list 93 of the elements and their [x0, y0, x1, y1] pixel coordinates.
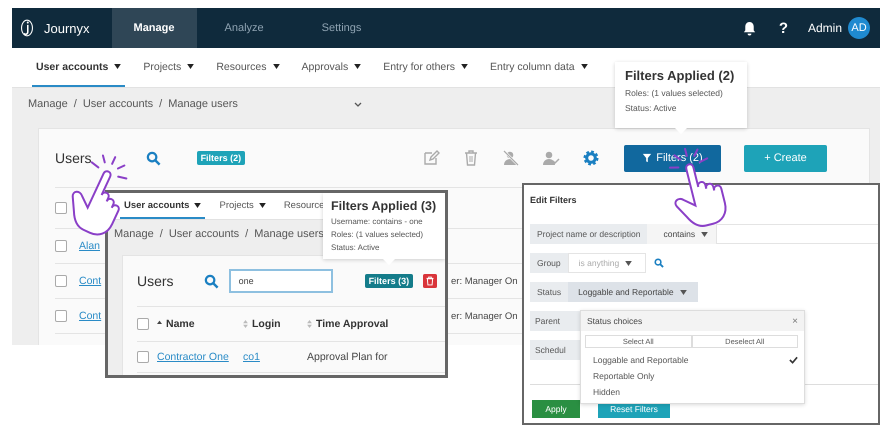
user-name-link[interactable]: Alan: [79, 240, 100, 252]
edit-icon[interactable]: [422, 149, 440, 167]
user-avatar[interactable]: AD: [848, 17, 870, 39]
subnav-tab[interactable]: Projects: [139, 48, 198, 87]
login-link[interactable]: co1: [243, 351, 260, 363]
checkbox[interactable]: [55, 240, 67, 252]
bell-icon[interactable]: [742, 20, 757, 36]
caret-icon: [187, 64, 194, 69]
breadcrumb-separator: /: [245, 228, 248, 240]
panel-title: Edit Filters: [530, 195, 578, 205]
filter-label: Group: [530, 253, 568, 273]
subnav-tab[interactable]: Entry for others: [379, 48, 472, 87]
filters-badge[interactable]: Filters (3): [364, 274, 414, 288]
user-name-link[interactable]: Cont: [79, 275, 102, 287]
filter-label: Project name or description: [530, 224, 648, 244]
caret-icon: [580, 64, 588, 69]
operator-dropdown[interactable]: contains: [647, 224, 716, 244]
help-glyph[interactable]: ?: [778, 20, 788, 36]
subnav-tab[interactable]: Resources: [212, 48, 284, 87]
breadcrumb-item[interactable]: User accounts: [82, 98, 154, 110]
caret-icon: [680, 290, 687, 294]
status-option[interactable]: Loggable and Reportable: [581, 352, 804, 368]
column-header[interactable]: Login: [252, 318, 281, 330]
brand-name: Journyx: [44, 20, 90, 36]
tooltip-line: Status: Active: [625, 103, 678, 113]
popup-title: Status choices: [587, 316, 642, 326]
trash-icon[interactable]: [423, 274, 438, 288]
logo-icon: [20, 18, 34, 38]
breadcrumb-separator: /: [159, 98, 162, 110]
table-cell-text: Approval Plan for: [307, 351, 389, 363]
search-icon[interactable]: [204, 274, 219, 288]
funnel-icon: [642, 153, 652, 163]
chevron-icon[interactable]: [354, 102, 362, 106]
settings-icon[interactable]: [582, 149, 600, 167]
search-icon[interactable]: [146, 150, 161, 166]
filter-label: Schedul: [530, 340, 580, 360]
table-cell: er: Manager On: [451, 276, 518, 286]
breadcrumb-separator: /: [74, 98, 77, 110]
check-icon: [789, 356, 798, 364]
input-field[interactable]: [716, 224, 878, 244]
breadcrumb-separator: /: [160, 228, 163, 240]
breadcrumb-item[interactable]: Manage: [28, 98, 68, 110]
close-button[interactable]: ×: [792, 316, 798, 326]
user-check-icon[interactable]: [542, 149, 560, 167]
column-header[interactable]: Time Approval: [316, 318, 388, 330]
table-cell: er: Manager On: [451, 310, 518, 322]
caret-icon: [114, 64, 122, 69]
tooltip-title: Filters Applied (2): [625, 68, 736, 83]
status-option[interactable]: Reportable Only: [581, 368, 804, 384]
nav-tab[interactable]: Settings: [300, 8, 384, 48]
user-name-link[interactable]: Cont: [79, 310, 102, 322]
status-option[interactable]: Hidden: [581, 384, 804, 400]
checkbox[interactable]: [55, 310, 67, 322]
breadcrumb-item[interactable]: User accounts: [168, 228, 240, 240]
subnav-tab[interactable]: Approvals: [298, 48, 366, 87]
card-title: Users: [55, 150, 92, 166]
caret-icon: [354, 64, 362, 69]
caret-icon: [272, 64, 280, 69]
caret-icon: [701, 232, 708, 236]
nav-tab[interactable]: Manage: [112, 8, 196, 48]
checkbox[interactable]: [137, 318, 149, 330]
card-title: Users: [137, 273, 174, 289]
subnav-tab[interactable]: Projects: [215, 193, 270, 219]
checkbox[interactable]: [137, 351, 149, 363]
tooltip-line: Status: Active: [331, 243, 380, 252]
checkbox[interactable]: [55, 275, 67, 287]
breadcrumb-item[interactable]: Manage users: [168, 98, 238, 110]
subnav-tab[interactable]: Entry column data: [486, 48, 592, 87]
apply-button[interactable]: Apply: [532, 400, 580, 418]
caret-icon: [258, 202, 266, 208]
tooltip-line: Roles: (1 values selected): [625, 88, 724, 98]
search-icon[interactable]: [654, 258, 664, 268]
user-remove-icon[interactable]: [502, 149, 520, 167]
caret-icon: [194, 202, 202, 208]
breadcrumb-item[interactable]: Manage: [114, 228, 154, 240]
sort-icon[interactable]: [307, 320, 312, 328]
search-field[interactable]: one: [228, 269, 333, 293]
caret-icon: [625, 260, 632, 266]
nav-tab[interactable]: Analyze: [202, 8, 286, 48]
caret-icon: [461, 64, 468, 69]
sort-icon[interactable]: [243, 320, 248, 328]
tooltip-title: Filters Applied (3): [331, 199, 437, 213]
trash-icon[interactable]: [462, 149, 480, 167]
user-name[interactable]: Admin: [808, 21, 842, 35]
tooltip-line: Username: contains - one: [331, 217, 424, 226]
status-dropdown[interactable]: Loggable and Reportable: [568, 282, 698, 302]
user-name-link[interactable]: Contractor One: [157, 351, 229, 363]
tooltip-line: Roles: (1 values selected): [331, 230, 424, 239]
filter-label: Parent: [530, 311, 580, 331]
checkbox[interactable]: [55, 202, 67, 214]
filter-label: Status: [530, 282, 568, 302]
breadcrumb-item[interactable]: Manage users: [254, 228, 324, 240]
column-header[interactable]: Name: [166, 318, 195, 330]
